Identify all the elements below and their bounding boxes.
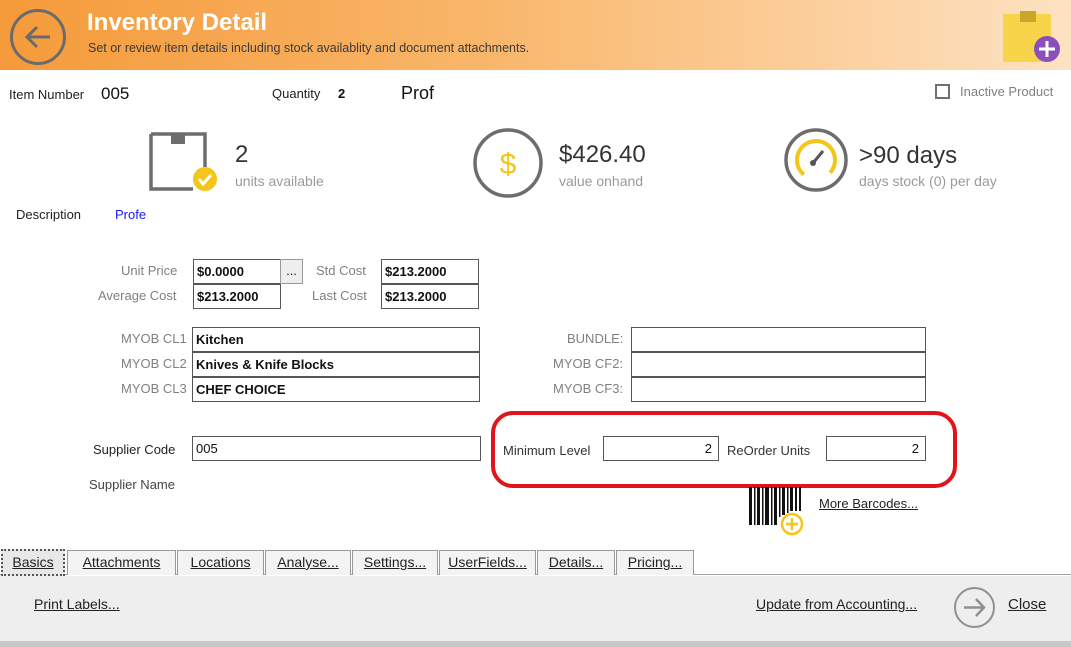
myob-cl1-label: MYOB CL1 <box>121 331 187 346</box>
tab-details[interactable]: Details... <box>537 550 615 575</box>
unit-price-field[interactable]: $0.0000 <box>193 259 281 284</box>
dollar-icon: $ <box>473 128 543 198</box>
sticky-note-add-icon <box>1003 11 1060 62</box>
myob-cf3-field[interactable] <box>631 377 926 402</box>
average-cost-label: Average Cost <box>98 288 177 303</box>
supplier-code-field[interactable]: 005 <box>192 436 481 461</box>
tab-pricing[interactable]: Pricing... <box>616 550 694 575</box>
item-number-value: 005 <box>101 84 130 103</box>
description-label: Description <box>16 207 82 222</box>
item-number-label: Item Number <box>9 87 85 102</box>
myob-cf2-field[interactable] <box>631 352 926 377</box>
tab-attachments[interactable]: Attachments <box>67 550 176 575</box>
myob-cf2-label: MYOB CF2: <box>553 356 624 371</box>
std-cost-label: Std Cost <box>316 263 366 278</box>
reorder-units-label: ReOrder Units <box>727 443 811 458</box>
last-cost-field[interactable]: $213.2000 <box>381 284 479 309</box>
myob-cl2-field[interactable]: Knives & Knife Blocks <box>192 352 480 377</box>
reorder-units-field[interactable]: 2 <box>826 436 926 461</box>
last-cost-label: Last Cost <box>312 288 367 303</box>
svg-text:$: $ <box>500 148 517 181</box>
units-available-caption: units available <box>235 173 324 189</box>
minimum-level-field[interactable]: 2 <box>603 436 719 461</box>
tab-analyse[interactable]: Analyse... <box>265 550 351 575</box>
tab-locations[interactable]: Locations <box>177 550 264 575</box>
tab-basics[interactable]: Basics <box>1 549 65 576</box>
footer-divider <box>0 641 1071 647</box>
tab-userfields[interactable]: UserFields... <box>439 550 536 575</box>
minimum-level-label: Minimum Level <box>503 443 591 458</box>
speedometer-icon <box>784 128 848 192</box>
value-onhand-value: $426.40 <box>559 141 646 168</box>
more-barcodes-link[interactable]: More Barcodes... <box>819 496 918 511</box>
page-title: Inventory Detail <box>87 9 268 36</box>
inactive-product-label: Inactive Product <box>960 84 1054 99</box>
arrow-left-icon <box>24 25 50 49</box>
unit-price-label: Unit Price <box>121 263 178 278</box>
quantity-value: 2 <box>338 86 346 101</box>
description-value[interactable]: Profe <box>115 207 146 222</box>
bundle-field[interactable] <box>631 327 926 352</box>
quantity-label: Quantity <box>272 86 321 101</box>
inactive-product-checkbox[interactable] <box>935 84 950 99</box>
print-labels-link[interactable]: Print Labels... <box>34 596 120 612</box>
tab-settings[interactable]: Settings... <box>352 550 438 575</box>
arrow-right-icon <box>964 598 986 617</box>
value-onhand-caption: value onhand <box>559 173 644 189</box>
add-note-button[interactable] <box>1003 10 1061 66</box>
item-name-value: Prof <box>401 83 435 103</box>
days-stock-caption: days stock (0) per day <box>859 173 997 189</box>
bundle-label: BUNDLE: <box>567 331 624 346</box>
supplier-name-label: Supplier Name <box>89 477 175 492</box>
units-available-value: 2 <box>235 141 249 168</box>
myob-cl2-label: MYOB CL2 <box>121 356 187 371</box>
average-cost-field[interactable]: $213.2000 <box>193 284 281 309</box>
package-check-icon <box>149 132 217 191</box>
update-from-accounting-link[interactable]: Update from Accounting... <box>756 596 917 612</box>
myob-cl3-label: MYOB CL3 <box>121 381 187 396</box>
close-link[interactable]: Close <box>1008 596 1046 613</box>
myob-cf3-label: MYOB CF3: <box>553 381 624 396</box>
barcode-add-icon[interactable] <box>747 487 807 537</box>
page-subtitle: Set or review item details including sto… <box>88 41 530 55</box>
back-button[interactable] <box>10 9 66 65</box>
supplier-code-label: Supplier Code <box>93 442 176 457</box>
close-circle-button[interactable] <box>954 587 995 628</box>
unit-price-ellipsis-button[interactable]: ... <box>280 259 303 284</box>
days-stock-value: >90 days <box>859 142 958 169</box>
std-cost-field[interactable]: $213.2000 <box>381 259 479 284</box>
myob-cl1-field[interactable]: Kitchen <box>192 327 480 352</box>
myob-cl3-field[interactable]: CHEF CHOICE <box>192 377 480 402</box>
